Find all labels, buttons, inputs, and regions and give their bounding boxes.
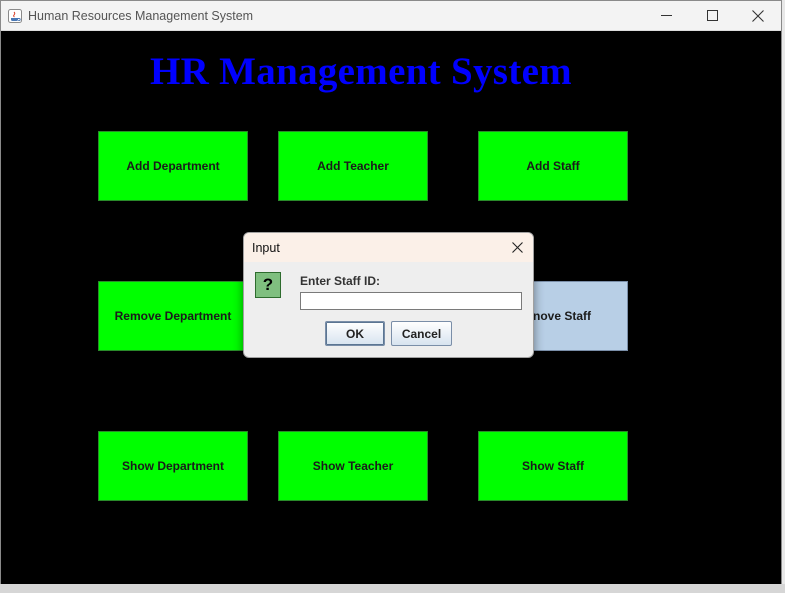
dialog-prompt: Enter Staff ID:	[300, 274, 381, 288]
title-bar[interactable]: Human Resources Management System	[1, 1, 781, 31]
window-controls	[643, 1, 781, 30]
background-strip	[0, 584, 785, 593]
input-dialog: Input ? Enter Staff ID: OK Cancel	[243, 232, 534, 358]
minimize-button[interactable]	[643, 1, 689, 30]
dialog-close-button[interactable]	[507, 237, 527, 257]
add-department-button[interactable]: Add Department	[98, 131, 248, 201]
show-staff-button[interactable]: Show Staff	[478, 431, 628, 501]
dialog-title: Input	[252, 240, 280, 255]
dialog-title-bar[interactable]: Input	[244, 233, 533, 262]
add-teacher-button[interactable]: Add Teacher	[278, 131, 428, 201]
add-staff-button[interactable]: Add Staff	[478, 131, 628, 201]
show-department-button[interactable]: Show Department	[98, 431, 248, 501]
close-button[interactable]	[735, 1, 781, 30]
page-title: HR Management System	[150, 50, 572, 93]
maximize-button[interactable]	[689, 1, 735, 30]
maximize-icon	[706, 10, 718, 21]
staff-id-input[interactable]	[300, 292, 522, 310]
minimize-icon	[660, 15, 672, 16]
question-icon: ?	[255, 272, 281, 298]
cancel-button[interactable]: Cancel	[391, 321, 452, 346]
ok-button[interactable]: OK	[325, 321, 385, 346]
window-title: Human Resources Management System	[28, 8, 254, 23]
java-app-icon	[8, 8, 22, 23]
close-icon	[752, 9, 764, 22]
close-icon	[511, 241, 523, 253]
show-teacher-button[interactable]: Show Teacher	[278, 431, 428, 501]
remove-department-button[interactable]: Remove Department	[98, 281, 248, 351]
